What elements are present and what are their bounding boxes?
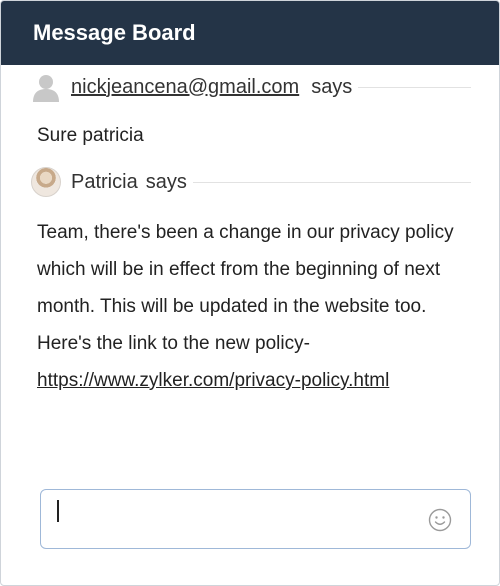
- message-text: Team, there's been a change in our priva…: [31, 214, 471, 399]
- text-cursor: [57, 500, 59, 522]
- sender-email-link[interactable]: nickjeancena@gmail.com: [71, 76, 299, 99]
- message-header: nickjeancena@gmail.com says: [31, 65, 471, 109]
- message-board-panel: Message Board nickjeancena@gmail.com say…: [0, 0, 500, 586]
- message-header: Patricia says: [31, 160, 471, 204]
- message-text: Sure patricia: [37, 125, 144, 146]
- says-label: says: [311, 75, 353, 98]
- sender-name: Patricia: [71, 170, 138, 193]
- avatar: [31, 167, 61, 197]
- default-avatar-icon: [31, 72, 61, 102]
- privacy-policy-link[interactable]: https://www.zylker.com/privacy-policy.ht…: [37, 370, 389, 391]
- says-label: says: [145, 170, 187, 193]
- message-body-text: Team, there's been a change in our priva…: [37, 222, 454, 354]
- page-title: Message Board: [33, 20, 196, 45]
- message-input[interactable]: [40, 489, 471, 549]
- header: Message Board: [1, 1, 499, 65]
- message-list[interactable]: nickjeancena@gmail.com says Sure patrici…: [1, 65, 499, 399]
- divider: [192, 181, 471, 183]
- divider: [358, 86, 471, 88]
- smiley-icon[interactable]: [428, 508, 452, 532]
